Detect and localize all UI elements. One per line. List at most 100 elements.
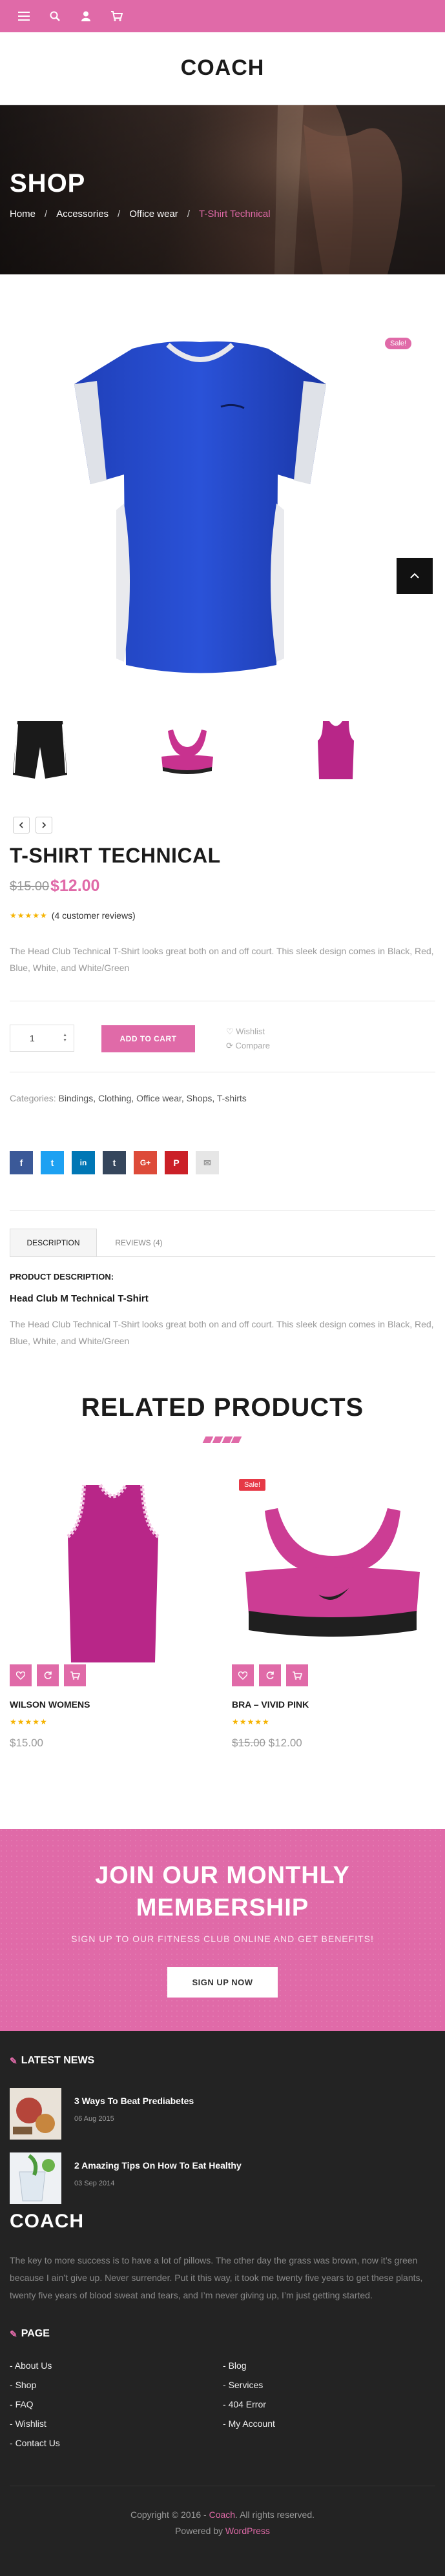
news-date: 06 Aug 2015 — [74, 2115, 114, 2123]
cart-icon — [70, 1671, 80, 1680]
product-name[interactable]: WILSON WOMENS — [10, 1699, 90, 1710]
breadcrumb-office-wear[interactable]: Office wear — [129, 209, 178, 220]
sale-badge: Sale! — [239, 1479, 266, 1491]
footer-link-shop[interactable]: - Shop — [10, 2380, 36, 2390]
footer-link-services[interactable]: - Services — [223, 2380, 263, 2390]
product-price-old: $15.00 — [10, 879, 50, 894]
add-to-cart-icon-button[interactable] — [286, 1664, 308, 1686]
product-thumbnail-pink-bra[interactable] — [155, 718, 220, 782]
page-links-label: PAGE — [21, 2328, 50, 2339]
product-image-tank[interactable] — [10, 1478, 216, 1672]
categories-links[interactable]: Bindings, Clothing, Office wear, Shops, … — [58, 1093, 246, 1103]
heart-icon — [238, 1671, 247, 1680]
footer-link-404[interactable]: - 404 Error — [223, 2399, 266, 2409]
product-image-bra[interactable] — [229, 1478, 436, 1672]
rating-stars-icon: ★★★★★ — [10, 1717, 48, 1726]
compare-label: Compare — [235, 1041, 270, 1050]
copyright-brand-link[interactable]: Coach — [209, 2510, 235, 2520]
chevron-left-icon — [19, 822, 23, 828]
pen-icon: ✎ — [10, 2328, 17, 2339]
copyright-text: Copyright © 2016 - Coach. All rights res… — [0, 2510, 445, 2520]
product-categories: Categories: Bindings, Clothing, Office w… — [10, 1093, 247, 1103]
news-thumbnail[interactable] — [10, 2152, 61, 2204]
google-plus-icon[interactable]: G+ — [134, 1151, 157, 1174]
add-to-wishlist-button[interactable] — [10, 1664, 32, 1686]
heart-icon: ♡ — [226, 1027, 234, 1036]
latest-news-heading: ✎ LATEST NEWS — [10, 2055, 94, 2067]
refresh-icon — [266, 1671, 274, 1679]
footer-logo[interactable]: COACH — [10, 2211, 445, 2233]
add-to-cart-icon-button[interactable] — [64, 1664, 86, 1686]
add-to-cart-button[interactable]: ADD TO CART — [101, 1025, 195, 1052]
membership-title-line2: MEMBERSHIP — [136, 1894, 309, 1921]
membership-title-line1: JOIN OUR MONTHLY — [95, 1862, 350, 1889]
email-icon[interactable]: ✉ — [196, 1151, 219, 1174]
add-to-wishlist-button[interactable] — [232, 1664, 254, 1686]
gallery-next-button[interactable] — [36, 817, 52, 833]
wishlist-link[interactable]: ♡ Wishlist — [226, 1027, 265, 1037]
twitter-icon[interactable]: t — [41, 1151, 64, 1174]
section-divider-stripes — [202, 1436, 242, 1443]
stepper-arrows-icon[interactable]: ▲ ▼ — [63, 1033, 67, 1043]
wordpress-link[interactable]: WordPress — [225, 2526, 270, 2536]
footer-link-about-us[interactable]: - About Us — [10, 2360, 52, 2371]
tabs-underline — [10, 1256, 435, 1257]
breadcrumb-separator: / — [45, 209, 48, 220]
linkedin-icon[interactable]: in — [72, 1151, 95, 1174]
news-thumbnail[interactable] — [10, 2088, 61, 2140]
product-price-new: $12.00 — [50, 877, 100, 895]
compare-button[interactable] — [259, 1664, 281, 1686]
cart-icon — [292, 1671, 302, 1680]
reviews-link[interactable]: (4 customer reviews) — [52, 910, 136, 921]
product-price: $15.00 — [10, 1737, 43, 1749]
footer-link-faq[interactable]: - FAQ — [10, 2399, 34, 2409]
compare-link[interactable]: ⟳ Compare — [226, 1041, 270, 1051]
product-main-image[interactable] — [71, 336, 329, 684]
link-label: 404 Error — [228, 2399, 266, 2409]
footer-logo-text: COACH — [10, 2211, 84, 2232]
related-product-card[interactable] — [10, 1478, 216, 1672]
breadcrumb-separator: / — [187, 209, 190, 220]
product-name[interactable]: BRA – VIVID PINK — [232, 1699, 309, 1710]
news-title-link[interactable]: 2 Amazing Tips On How To Eat Healthy — [74, 2160, 242, 2171]
rating-stars-icon: ★★★★★ — [10, 911, 48, 920]
facebook-icon[interactable]: f — [10, 1151, 33, 1174]
footer-link-blog[interactable]: - Blog — [223, 2360, 247, 2371]
product-price: $12.00 — [268, 1737, 302, 1749]
search-icon[interactable] — [41, 0, 69, 32]
quantity-stepper[interactable]: 1 ▲ ▼ — [10, 1025, 74, 1052]
footer-link-contact-us[interactable]: - Contact Us — [10, 2438, 60, 2448]
page-links-heading: ✎ PAGE — [10, 2328, 50, 2340]
menu-icon[interactable] — [10, 0, 38, 32]
top-bar — [0, 0, 445, 32]
footer-link-my-account[interactable]: - My Account — [223, 2418, 275, 2429]
compare-button[interactable] — [37, 1664, 59, 1686]
quantity-value[interactable]: 1 — [30, 1033, 35, 1043]
refresh-icon: ⟳ — [226, 1041, 233, 1050]
product-thumbnail-shorts[interactable] — [8, 718, 72, 782]
link-label: About Us — [14, 2360, 52, 2371]
description-subheading: Head Club M Technical T-Shirt — [10, 1293, 149, 1304]
breadcrumb-home[interactable]: Home — [10, 209, 36, 220]
description-text: The Head Club Technical T-Shirt looks gr… — [10, 1319, 434, 1346]
footer-link-wishlist[interactable]: - Wishlist — [10, 2418, 47, 2429]
categories-label: Categories: — [10, 1093, 56, 1103]
news-title-link[interactable]: 3 Ways To Beat Prediabetes — [74, 2096, 194, 2106]
pinterest-icon[interactable]: P — [165, 1151, 188, 1174]
sale-badge: Sale! — [385, 338, 412, 349]
product-thumbnail-pink-tank[interactable] — [304, 718, 368, 782]
membership-subtitle: SIGN UP TO OUR FITNESS CLUB ONLINE AND G… — [71, 1934, 374, 1944]
tumblr-icon[interactable]: t — [103, 1151, 126, 1174]
user-icon[interactable] — [72, 0, 100, 32]
tab-description[interactable]: DESCRIPTION — [10, 1229, 97, 1257]
related-products-title: RELATED PRODUCTS — [81, 1393, 364, 1422]
gallery-prev-button[interactable] — [13, 817, 30, 833]
cart-icon[interactable] — [103, 0, 131, 32]
tab-reviews[interactable]: REVIEWS (4) — [97, 1229, 181, 1257]
breadcrumb-accessories[interactable]: Accessories — [56, 209, 109, 220]
site-logo[interactable]: COACH — [181, 56, 265, 81]
sign-up-button[interactable]: SIGN UP NOW — [167, 1967, 278, 1998]
link-label: Blog — [228, 2360, 247, 2371]
related-product-card[interactable] — [229, 1478, 436, 1672]
back-to-top-button[interactable] — [397, 558, 433, 594]
